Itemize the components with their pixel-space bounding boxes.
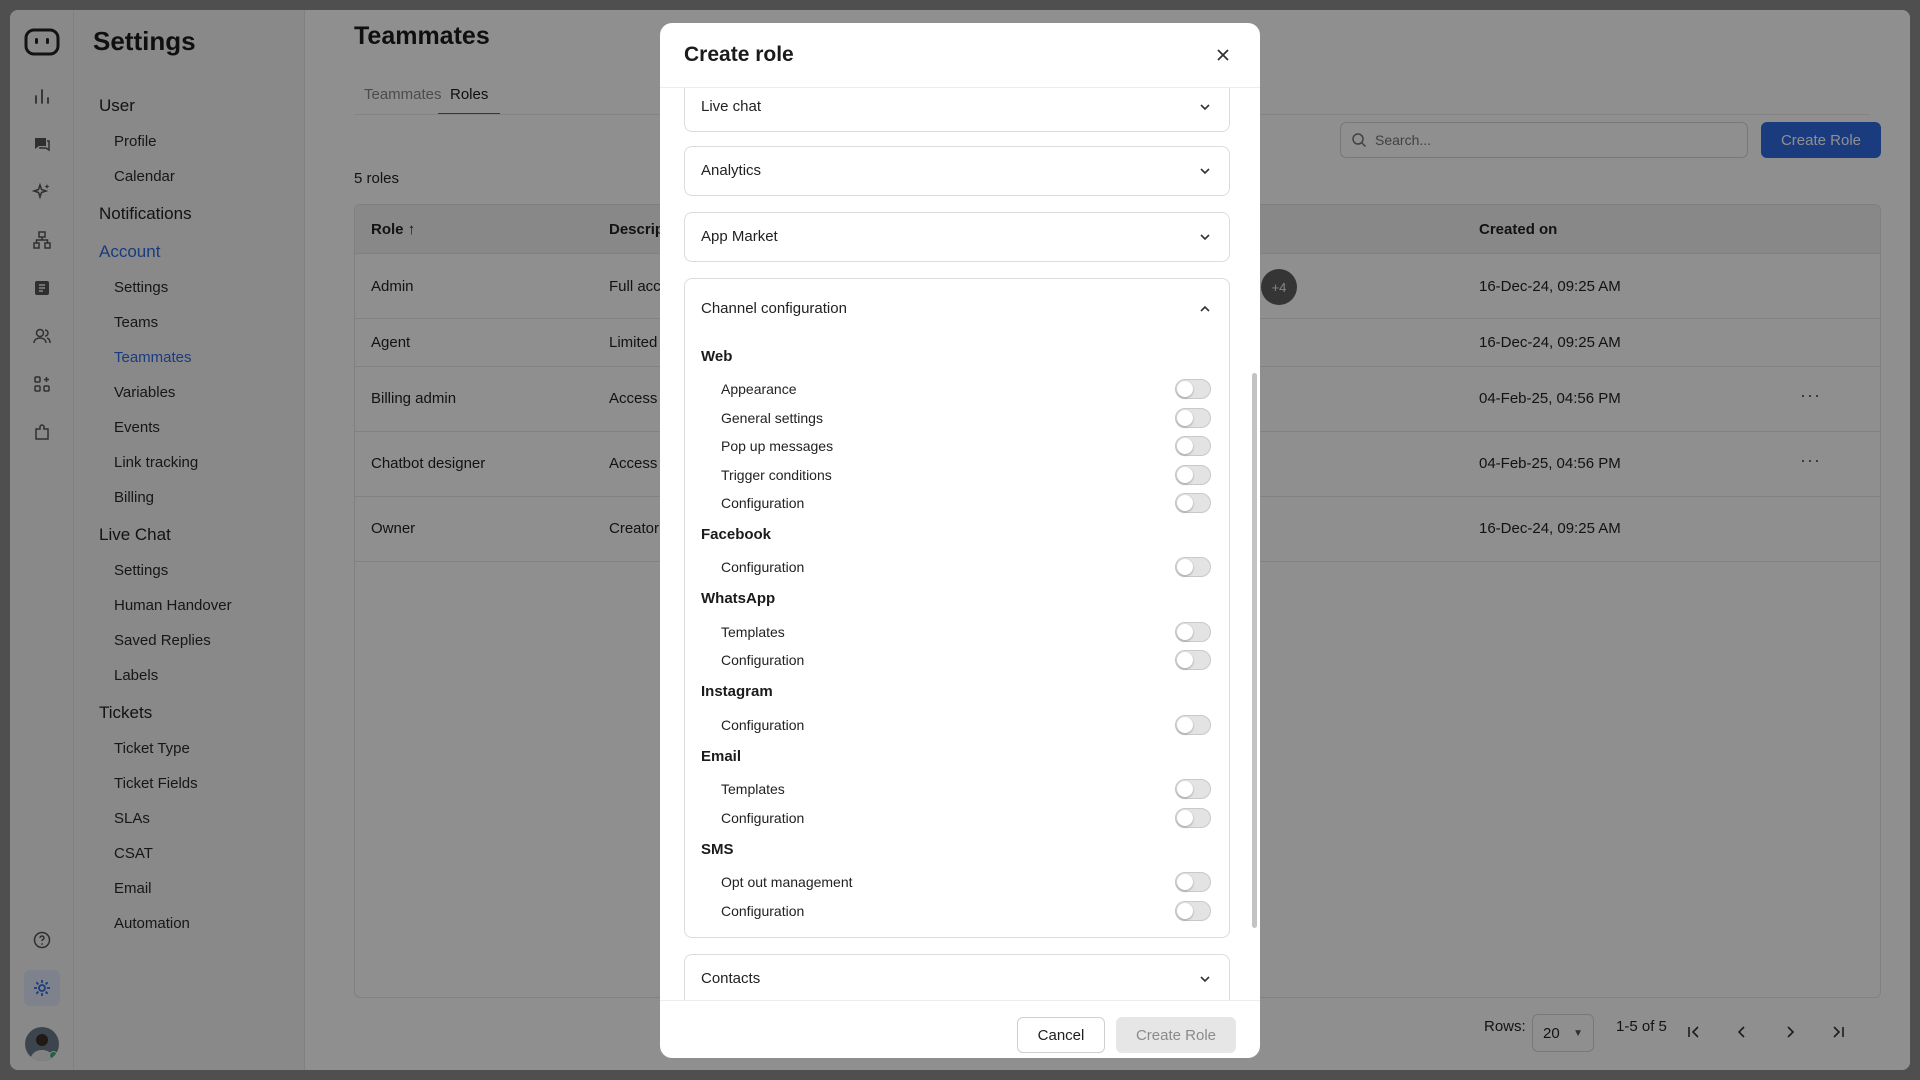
cancel-button[interactable]: Cancel bbox=[1017, 1017, 1105, 1053]
permission-label: Configuration bbox=[721, 810, 805, 826]
modal-scrollbar[interactable] bbox=[1252, 373, 1257, 928]
chevron-down-icon bbox=[1197, 99, 1213, 115]
section-title: Live chat bbox=[701, 98, 762, 115]
create-role-submit-button[interactable]: Create Role bbox=[1116, 1017, 1236, 1053]
modal-title: Create role bbox=[684, 43, 794, 66]
permission-label: Pop up messages bbox=[721, 438, 834, 454]
section-contacts[interactable]: Contacts bbox=[684, 954, 1230, 1000]
toggle-web-pop-up-messages[interactable] bbox=[1175, 436, 1211, 456]
permission-label: Opt out management bbox=[721, 874, 853, 890]
toggle-instagram-configuration[interactable] bbox=[1175, 715, 1211, 735]
create-role-modal: Create role Live chat Analytics App Mark… bbox=[660, 23, 1260, 1058]
permission-label: Templates bbox=[721, 624, 785, 640]
toggle-email-configuration[interactable] bbox=[1175, 808, 1211, 828]
permission-label: Configuration bbox=[721, 495, 805, 511]
modal-body: Live chat Analytics App Market Channel c… bbox=[660, 88, 1260, 1000]
permission-label: Trigger conditions bbox=[721, 467, 832, 483]
toggle-web-general-settings[interactable] bbox=[1175, 408, 1211, 428]
modal-footer: Cancel Create Role bbox=[660, 1000, 1260, 1058]
channel-web-label: Web bbox=[701, 348, 733, 365]
chevron-down-icon bbox=[1197, 229, 1213, 245]
section-title: Analytics bbox=[701, 162, 762, 179]
section-app-market[interactable]: App Market bbox=[684, 212, 1230, 262]
channel-facebook-label: Facebook bbox=[701, 526, 772, 543]
channel-sms-label: SMS bbox=[701, 841, 734, 858]
permission-label: Configuration bbox=[721, 717, 805, 733]
toggle-web-appearance[interactable] bbox=[1175, 379, 1211, 399]
section-title: App Market bbox=[701, 228, 778, 245]
section-channel-configuration: Channel configuration Web Appearance Gen… bbox=[684, 278, 1230, 938]
toggle-email-templates[interactable] bbox=[1175, 779, 1211, 799]
section-live-chat[interactable]: Live chat bbox=[684, 88, 1230, 132]
section-title: Contacts bbox=[701, 970, 761, 987]
chevron-down-icon bbox=[1197, 163, 1213, 179]
toggle-sms-configuration[interactable] bbox=[1175, 901, 1211, 921]
permission-label: Configuration bbox=[721, 652, 805, 668]
toggle-web-configuration[interactable] bbox=[1175, 493, 1211, 513]
close-icon[interactable] bbox=[1213, 45, 1233, 65]
chevron-down-icon bbox=[1197, 971, 1213, 987]
toggle-whatsapp-templates[interactable] bbox=[1175, 622, 1211, 642]
modal-header: Create role bbox=[660, 23, 1260, 88]
permission-label: General settings bbox=[721, 410, 823, 426]
permission-label: Configuration bbox=[721, 559, 805, 575]
permission-label: Appearance bbox=[721, 381, 797, 397]
permission-label: Configuration bbox=[721, 903, 805, 919]
channel-whatsapp-label: WhatsApp bbox=[701, 590, 776, 607]
section-analytics[interactable]: Analytics bbox=[684, 146, 1230, 196]
channel-email-label: Email bbox=[701, 748, 742, 765]
toggle-sms-opt-out-management[interactable] bbox=[1175, 872, 1211, 892]
chevron-up-icon[interactable] bbox=[1197, 301, 1213, 317]
toggle-web-trigger-conditions[interactable] bbox=[1175, 465, 1211, 485]
channel-instagram-label: Instagram bbox=[701, 683, 773, 700]
permission-label: Templates bbox=[721, 781, 785, 797]
toggle-whatsapp-configuration[interactable] bbox=[1175, 650, 1211, 670]
toggle-facebook-configuration[interactable] bbox=[1175, 557, 1211, 577]
section-title[interactable]: Channel configuration bbox=[701, 300, 847, 317]
